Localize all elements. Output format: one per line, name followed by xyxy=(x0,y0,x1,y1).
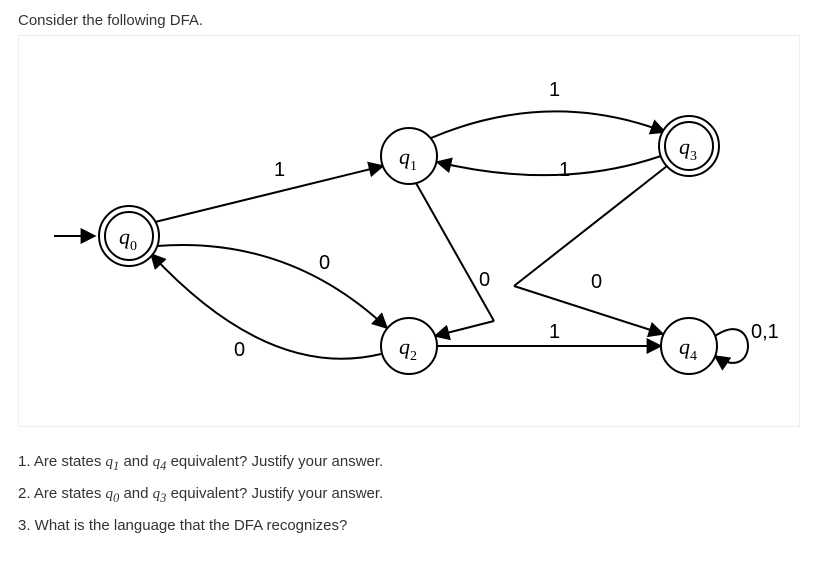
edge-q2-q4-label: 1 xyxy=(549,321,560,343)
q1-part-a: 1. Are states xyxy=(18,453,106,470)
q2-part-a: 2. Are states xyxy=(18,485,106,502)
q1-mid: and xyxy=(119,453,152,470)
edge-q1-q3-label: 1 xyxy=(549,79,560,101)
edge-q3-q1-label: 1 xyxy=(559,159,570,181)
edge-q4-loop xyxy=(715,329,748,363)
q2-sym2: q3 xyxy=(153,486,167,502)
question-1: 1. Are states q1 and q4 equivalent? Just… xyxy=(18,447,801,479)
edge-q4-loop-label: 0,1 xyxy=(751,321,779,343)
edge-q3-q1 xyxy=(437,156,661,175)
edge-q0-q1 xyxy=(155,166,383,222)
edge-q0-q1-label: 1 xyxy=(274,159,285,181)
edge-q0-q2 xyxy=(157,245,387,328)
edge-q2-q0 xyxy=(151,254,381,359)
edge-q3-q4-label: 0 xyxy=(591,271,602,293)
q2-sym1: q0 xyxy=(106,486,120,502)
edge-q2-q0-label: 0 xyxy=(234,339,245,361)
intro-text: Consider the following DFA. xyxy=(18,12,801,29)
dfa-diagram: 1 0 0 1 1 0 0 1 0, xyxy=(19,36,799,426)
q1-sym2: q4 xyxy=(153,454,167,470)
dfa-diagram-box: 1 0 0 1 1 0 0 1 0, xyxy=(18,35,800,427)
question-2: 2. Are states q0 and q3 equivalent? Just… xyxy=(18,479,801,511)
edge-q0-q2-label: 0 xyxy=(319,252,330,274)
edge-q1-q3 xyxy=(431,111,665,138)
edge-q1-q2-label: 0 xyxy=(479,269,490,291)
q1-part-b: equivalent? Justify your answer. xyxy=(166,453,383,470)
edge-q1-q2-seg1 xyxy=(416,183,494,321)
question-3: 3. What is the language that the DFA rec… xyxy=(18,511,801,541)
page-root: Consider the following DFA. 1 0 xyxy=(0,0,819,553)
edge-q3-q4-seg1 xyxy=(514,166,667,286)
q2-mid: and xyxy=(119,485,152,502)
q1-sym1: q1 xyxy=(106,454,120,470)
edge-q3-q4-seg2 xyxy=(514,286,663,334)
edge-q1-q2-seg2 xyxy=(435,321,494,336)
questions-list: 1. Are states q1 and q4 equivalent? Just… xyxy=(18,447,801,541)
q2-part-b: equivalent? Justify your answer. xyxy=(166,485,383,502)
